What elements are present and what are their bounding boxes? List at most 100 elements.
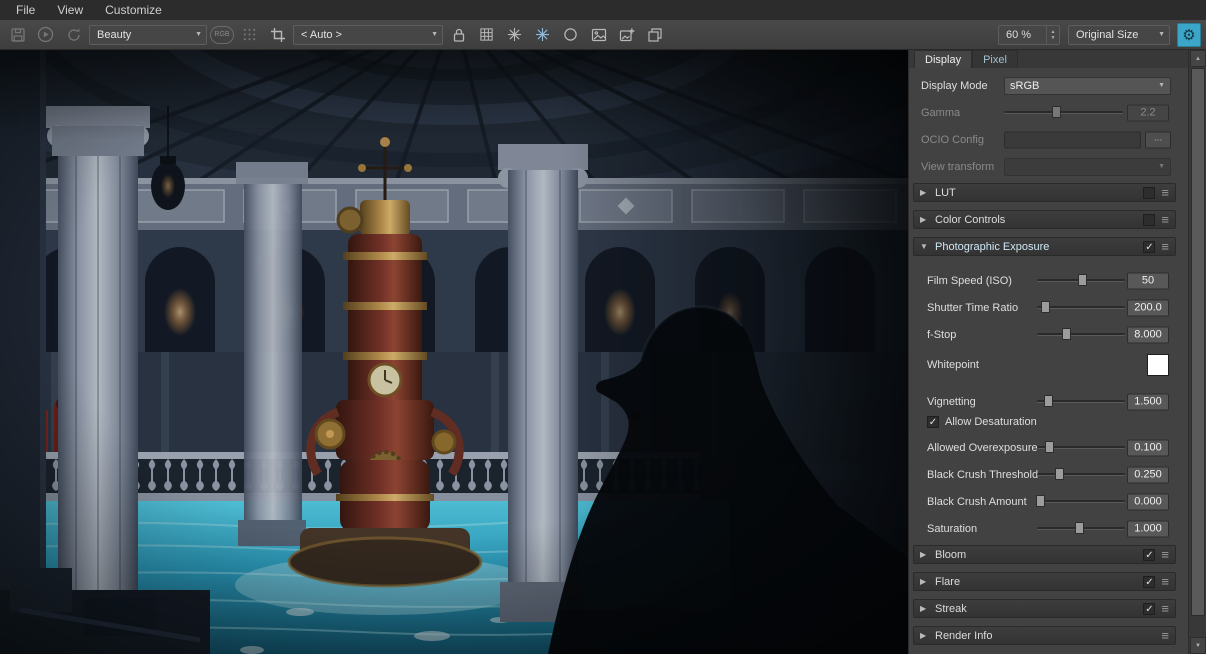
black-crush-amount-slider[interactable] (1037, 500, 1125, 503)
save-image-icon[interactable] (5, 23, 30, 47)
bloom-menu-icon[interactable]: ≡ (1161, 550, 1169, 560)
film-speed-value[interactable]: 50 (1127, 272, 1169, 289)
allow-desaturation-row: ✓ Allow Desaturation (909, 412, 1189, 432)
settings-gear-button[interactable]: ⚙ (1177, 23, 1201, 47)
render-viewport[interactable]: MESHIKU (0, 50, 908, 654)
snowflake-freeze-icon[interactable] (502, 23, 527, 47)
tab-pixel[interactable]: Pixel (972, 50, 1018, 68)
menu-customize[interactable]: Customize (95, 2, 172, 18)
allow-desaturation-checkbox[interactable]: ✓ (927, 416, 939, 428)
panel-scrollbar[interactable]: ▲ ▼ (1188, 50, 1206, 654)
vignetting-row: Vignetting 1.500 (909, 388, 1189, 415)
refresh-icon[interactable] (61, 23, 86, 47)
black-crush-amount-row: Black Crush Amount 0.000 (909, 488, 1189, 515)
saturation-slider[interactable] (1037, 527, 1125, 530)
film-speed-label: Film Speed (ISO) (927, 275, 1012, 287)
section-photographic-exposure[interactable]: ▼ Photographic Exposure ✓ ≡ (913, 237, 1176, 256)
scroll-up-icon: ▲ (1195, 56, 1201, 62)
collapsed-arrow-icon[interactable]: ▶ (920, 631, 929, 640)
lut-enable-checkbox[interactable] (1143, 187, 1155, 199)
view-transform-dropdown[interactable]: ▼ (1004, 158, 1171, 176)
section-lut-label: LUT (935, 187, 1137, 199)
bloom-enable-checkbox[interactable]: ✓ (1143, 549, 1155, 561)
dropdown-arrow-icon: ▼ (1158, 82, 1165, 89)
scroll-down-button[interactable]: ▼ (1190, 637, 1206, 654)
section-lut[interactable]: ▶ LUT ≡ (913, 183, 1176, 202)
lut-menu-icon[interactable]: ≡ (1161, 188, 1169, 198)
shutter-slider[interactable] (1037, 306, 1125, 309)
saturation-value[interactable]: 1.000 (1127, 520, 1169, 537)
section-flare[interactable]: ▶ Flare ✓ ≡ (913, 572, 1176, 591)
collapsed-arrow-icon[interactable]: ▶ (920, 577, 929, 586)
menu-view[interactable]: View (47, 2, 93, 18)
channel-dots-icon[interactable] (237, 23, 262, 47)
display-mode-dropdown[interactable]: sRGB ▼ (1004, 77, 1171, 95)
vignetting-value[interactable]: 1.500 (1127, 393, 1169, 410)
gamma-slider[interactable] (1004, 111, 1123, 114)
section-streak[interactable]: ▶ Streak ✓ ≡ (913, 599, 1176, 618)
section-render-info-label: Render Info (935, 630, 1155, 642)
fstop-value[interactable]: 8.000 (1127, 326, 1169, 343)
section-render-info[interactable]: ▶ Render Info ≡ (913, 626, 1176, 645)
render-info-menu-icon[interactable]: ≡ (1161, 631, 1169, 641)
copy-image-icon[interactable] (642, 23, 667, 47)
black-crush-threshold-slider[interactable] (1037, 473, 1125, 476)
scroll-up-button[interactable]: ▲ (1190, 50, 1206, 67)
view-size-dropdown[interactable]: Original Size ▼ (1068, 25, 1170, 45)
vignetting-slider[interactable] (1037, 400, 1125, 403)
circle-region-icon[interactable] (558, 23, 583, 47)
region-auto-value: < Auto > (301, 29, 342, 41)
image-add-icon[interactable] (614, 23, 639, 47)
dropdown-arrow-icon: ▼ (1158, 31, 1165, 38)
render-pass-dropdown[interactable]: Beauty ▼ (89, 25, 207, 45)
photographic-exposure-menu-icon[interactable]: ≡ (1161, 242, 1169, 252)
collapsed-arrow-icon[interactable]: ▶ (920, 550, 929, 559)
section-flare-label: Flare (935, 576, 1137, 588)
whitepoint-color-swatch[interactable] (1147, 354, 1169, 376)
gamma-value[interactable]: 2.2 (1127, 104, 1169, 121)
grid-overlay-icon[interactable] (474, 23, 499, 47)
render-play-icon[interactable] (33, 23, 58, 47)
collapsed-arrow-icon[interactable]: ▶ (920, 604, 929, 613)
collapsed-arrow-icon[interactable]: ▶ (920, 215, 929, 224)
tab-display[interactable]: Display (914, 50, 972, 68)
photographic-exposure-enable-checkbox[interactable]: ✓ (1143, 241, 1155, 253)
menu-file[interactable]: File (6, 2, 45, 18)
black-crush-amount-label: Black Crush Amount (927, 496, 1027, 508)
panel-tabs: Display Pixel (909, 50, 1188, 68)
image-icon[interactable] (586, 23, 611, 47)
allowed-overexposure-slider[interactable] (1037, 446, 1125, 449)
zoom-spinner-arrows[interactable]: ▲ ▼ (1046, 26, 1059, 44)
spinner-down-icon[interactable]: ▼ (1051, 35, 1056, 41)
whitepoint-label: Whitepoint (927, 359, 979, 371)
rgb-channels-button[interactable]: RGB (210, 26, 234, 44)
snowflake-freeze-blue-icon[interactable] (530, 23, 555, 47)
black-crush-amount-value[interactable]: 0.000 (1127, 493, 1169, 510)
vignetting-label: Vignetting (927, 396, 976, 408)
section-bloom[interactable]: ▶ Bloom ✓ ≡ (913, 545, 1176, 564)
lock-icon[interactable] (446, 23, 471, 47)
streak-menu-icon[interactable]: ≡ (1161, 604, 1169, 614)
black-crush-threshold-value[interactable]: 0.250 (1127, 466, 1169, 483)
scrollbar-thumb[interactable] (1191, 68, 1205, 616)
expanded-arrow-icon[interactable]: ▼ (920, 242, 929, 251)
collapsed-arrow-icon[interactable]: ▶ (920, 188, 929, 197)
section-color-controls[interactable]: ▶ Color Controls ≡ (913, 210, 1176, 229)
saturation-row: Saturation 1.000 (909, 515, 1189, 542)
shutter-value[interactable]: 200.0 (1127, 299, 1169, 316)
color-controls-menu-icon[interactable]: ≡ (1161, 215, 1169, 225)
crop-region-icon[interactable] (265, 23, 290, 47)
zoom-spinner[interactable]: 60 % ▲ ▼ (998, 25, 1060, 45)
film-speed-slider[interactable] (1037, 279, 1125, 282)
ocio-config-input[interactable] (1004, 131, 1141, 148)
display-mode-row: Display Mode sRGB ▼ (909, 72, 1189, 99)
region-auto-dropdown[interactable]: < Auto > ▼ (293, 25, 443, 45)
allowed-overexposure-value[interactable]: 0.100 (1127, 439, 1169, 456)
ocio-browse-button[interactable]: ... (1145, 131, 1171, 148)
color-controls-enable-checkbox[interactable] (1143, 214, 1155, 226)
streak-enable-checkbox[interactable]: ✓ (1143, 603, 1155, 615)
flare-enable-checkbox[interactable]: ✓ (1143, 576, 1155, 588)
flare-menu-icon[interactable]: ≡ (1161, 577, 1169, 587)
zoom-value: 60 % (1006, 29, 1031, 41)
fstop-slider[interactable] (1037, 333, 1125, 336)
